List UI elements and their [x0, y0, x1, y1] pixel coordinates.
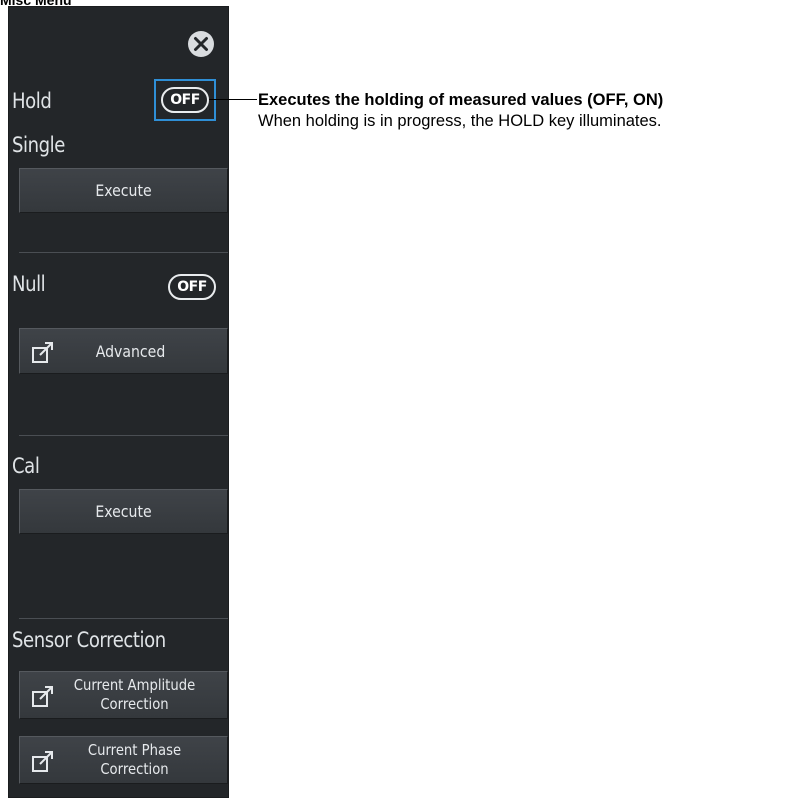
open-dialog-icon [32, 686, 53, 707]
cal-label: Cal [12, 454, 40, 478]
close-icon[interactable] [186, 29, 216, 59]
current-amplitude-label-line1: Current Amplitude [73, 676, 196, 694]
cal-execute-button[interactable]: Execute [19, 489, 228, 534]
open-dialog-icon [32, 751, 53, 772]
current-phase-label-line1: Current Phase [87, 741, 182, 759]
advanced-label: Advanced [95, 342, 166, 361]
callout-title: Executes the holding of measured values … [258, 91, 664, 109]
current-phase-label-line2: Correction [100, 760, 169, 778]
null-toggle[interactable]: OFF [168, 274, 216, 300]
hold-label: Hold [12, 89, 52, 113]
divider [19, 618, 228, 619]
single-execute-label: Execute [95, 181, 152, 200]
sensor-correction-label: Sensor Correction [12, 628, 166, 652]
callout-description: When holding is in progress, the HOLD ke… [258, 112, 662, 130]
page: Misc Menu Hold OFF Single Execute Null O… [0, 0, 787, 798]
single-label: Single [12, 133, 65, 157]
hold-toggle[interactable]: OFF [161, 87, 209, 113]
divider [19, 252, 228, 253]
cal-execute-label: Execute [95, 502, 152, 521]
null-label: Null [12, 272, 46, 296]
misc-menu-panel: Hold OFF Single Execute Null OFF Advance… [8, 6, 229, 798]
current-amplitude-correction-button[interactable]: Current Amplitude Correction [19, 671, 228, 719]
callout-leader-line [209, 99, 257, 100]
current-amplitude-label-line2: Correction [100, 695, 169, 713]
advanced-button[interactable]: Advanced [19, 328, 228, 374]
divider [19, 435, 228, 436]
current-phase-correction-button[interactable]: Current Phase Correction [19, 736, 228, 784]
single-execute-button[interactable]: Execute [19, 168, 228, 213]
